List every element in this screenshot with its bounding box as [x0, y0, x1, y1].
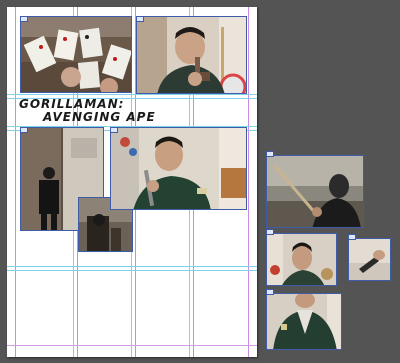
row-guide[interactable] [7, 266, 257, 267]
frame-handle-icon[interactable] [136, 16, 144, 22]
pasteboard-image-face[interactable] [266, 233, 337, 286]
pasteboard-image-jacket[interactable] [266, 293, 342, 350]
frame-handle-icon[interactable] [348, 234, 356, 240]
margin-guide-left[interactable] [15, 7, 16, 357]
hammer-photo [137, 17, 246, 93]
image-frame-cards[interactable] [20, 16, 132, 93]
face-photo [267, 234, 336, 285]
document-page[interactable]: GORILLAMAN: AVENGING APE [7, 7, 257, 357]
frame-handle-icon[interactable] [266, 289, 274, 295]
sword-photo [111, 128, 246, 209]
pasteboard-image-masked-man[interactable] [266, 155, 364, 228]
masked-man-photo [267, 156, 363, 227]
pasteboard-image-hand[interactable] [348, 238, 391, 281]
image-frame-hammer[interactable] [136, 16, 247, 94]
image-frame-sword[interactable] [110, 127, 247, 210]
row-guide[interactable] [7, 270, 257, 271]
frame-handle-icon[interactable] [20, 127, 28, 133]
margin-guide-bottom[interactable] [7, 345, 257, 346]
comic-title-line-2[interactable]: AVENGING APE [43, 110, 156, 124]
frame-handle-icon[interactable] [20, 16, 28, 22]
frame-handle-icon[interactable] [266, 151, 274, 157]
frame-handle-icon[interactable] [110, 127, 118, 133]
hand-photo [349, 239, 390, 280]
comic-title-line-1[interactable]: GORILLAMAN: [19, 97, 124, 111]
frame-handle-icon[interactable] [266, 229, 274, 235]
cards-photo [21, 17, 131, 92]
margin-guide-right[interactable] [248, 7, 249, 357]
row-guide[interactable] [7, 94, 257, 95]
jacket-photo [267, 294, 341, 349]
pasteboard[interactable]: GORILLAMAN: AVENGING APE [0, 0, 400, 363]
